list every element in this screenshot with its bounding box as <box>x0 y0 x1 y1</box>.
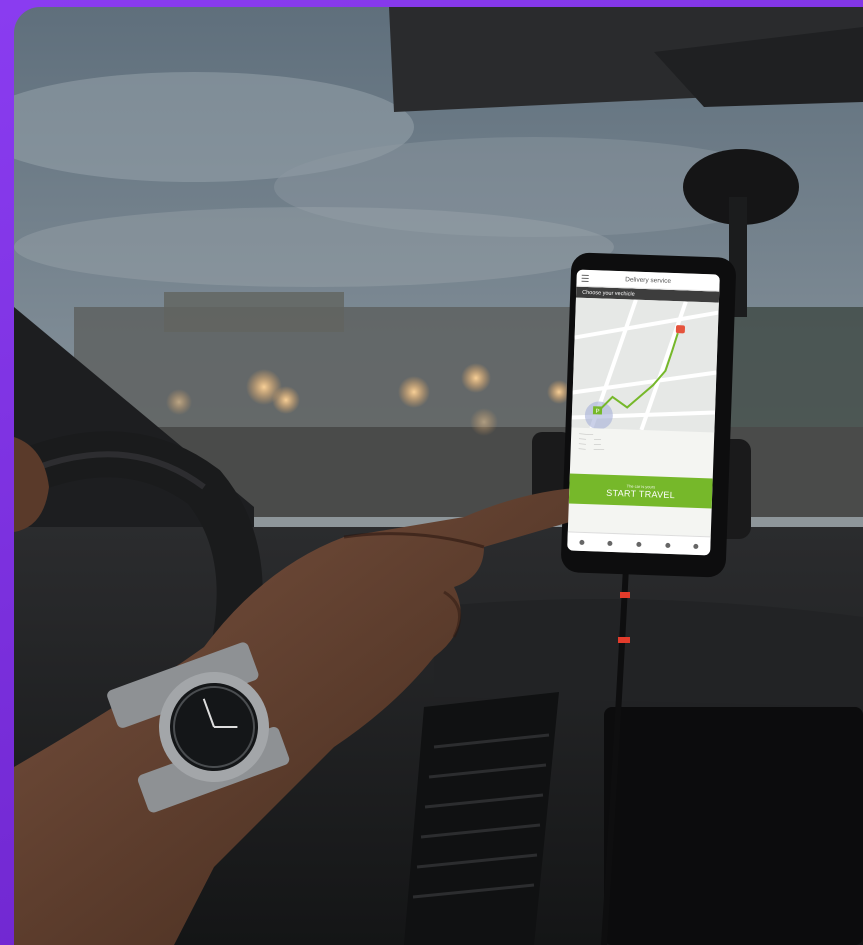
phone-screen: Delivery service Choose your vechicle P <box>567 269 720 556</box>
trip-info: ———— —— —— —— —— —— ——— <box>570 427 715 478</box>
tab-icon[interactable] <box>636 541 642 547</box>
tab-icon[interactable] <box>579 539 585 545</box>
photo-car-interior: Delivery service Choose your vechicle P <box>14 7 863 945</box>
start-radius <box>584 401 613 430</box>
route-map: P <box>571 297 719 433</box>
tab-icon[interactable] <box>607 540 613 546</box>
destination-pin-icon <box>675 325 685 334</box>
tab-icon[interactable] <box>664 542 671 548</box>
start-travel-button[interactable]: The car is yours START TRAVEL <box>568 473 713 509</box>
tab-icon[interactable] <box>693 543 699 549</box>
menu-icon[interactable] <box>581 274 589 283</box>
app-title: Delivery service <box>625 275 672 285</box>
start-marker-label: P <box>595 409 599 415</box>
